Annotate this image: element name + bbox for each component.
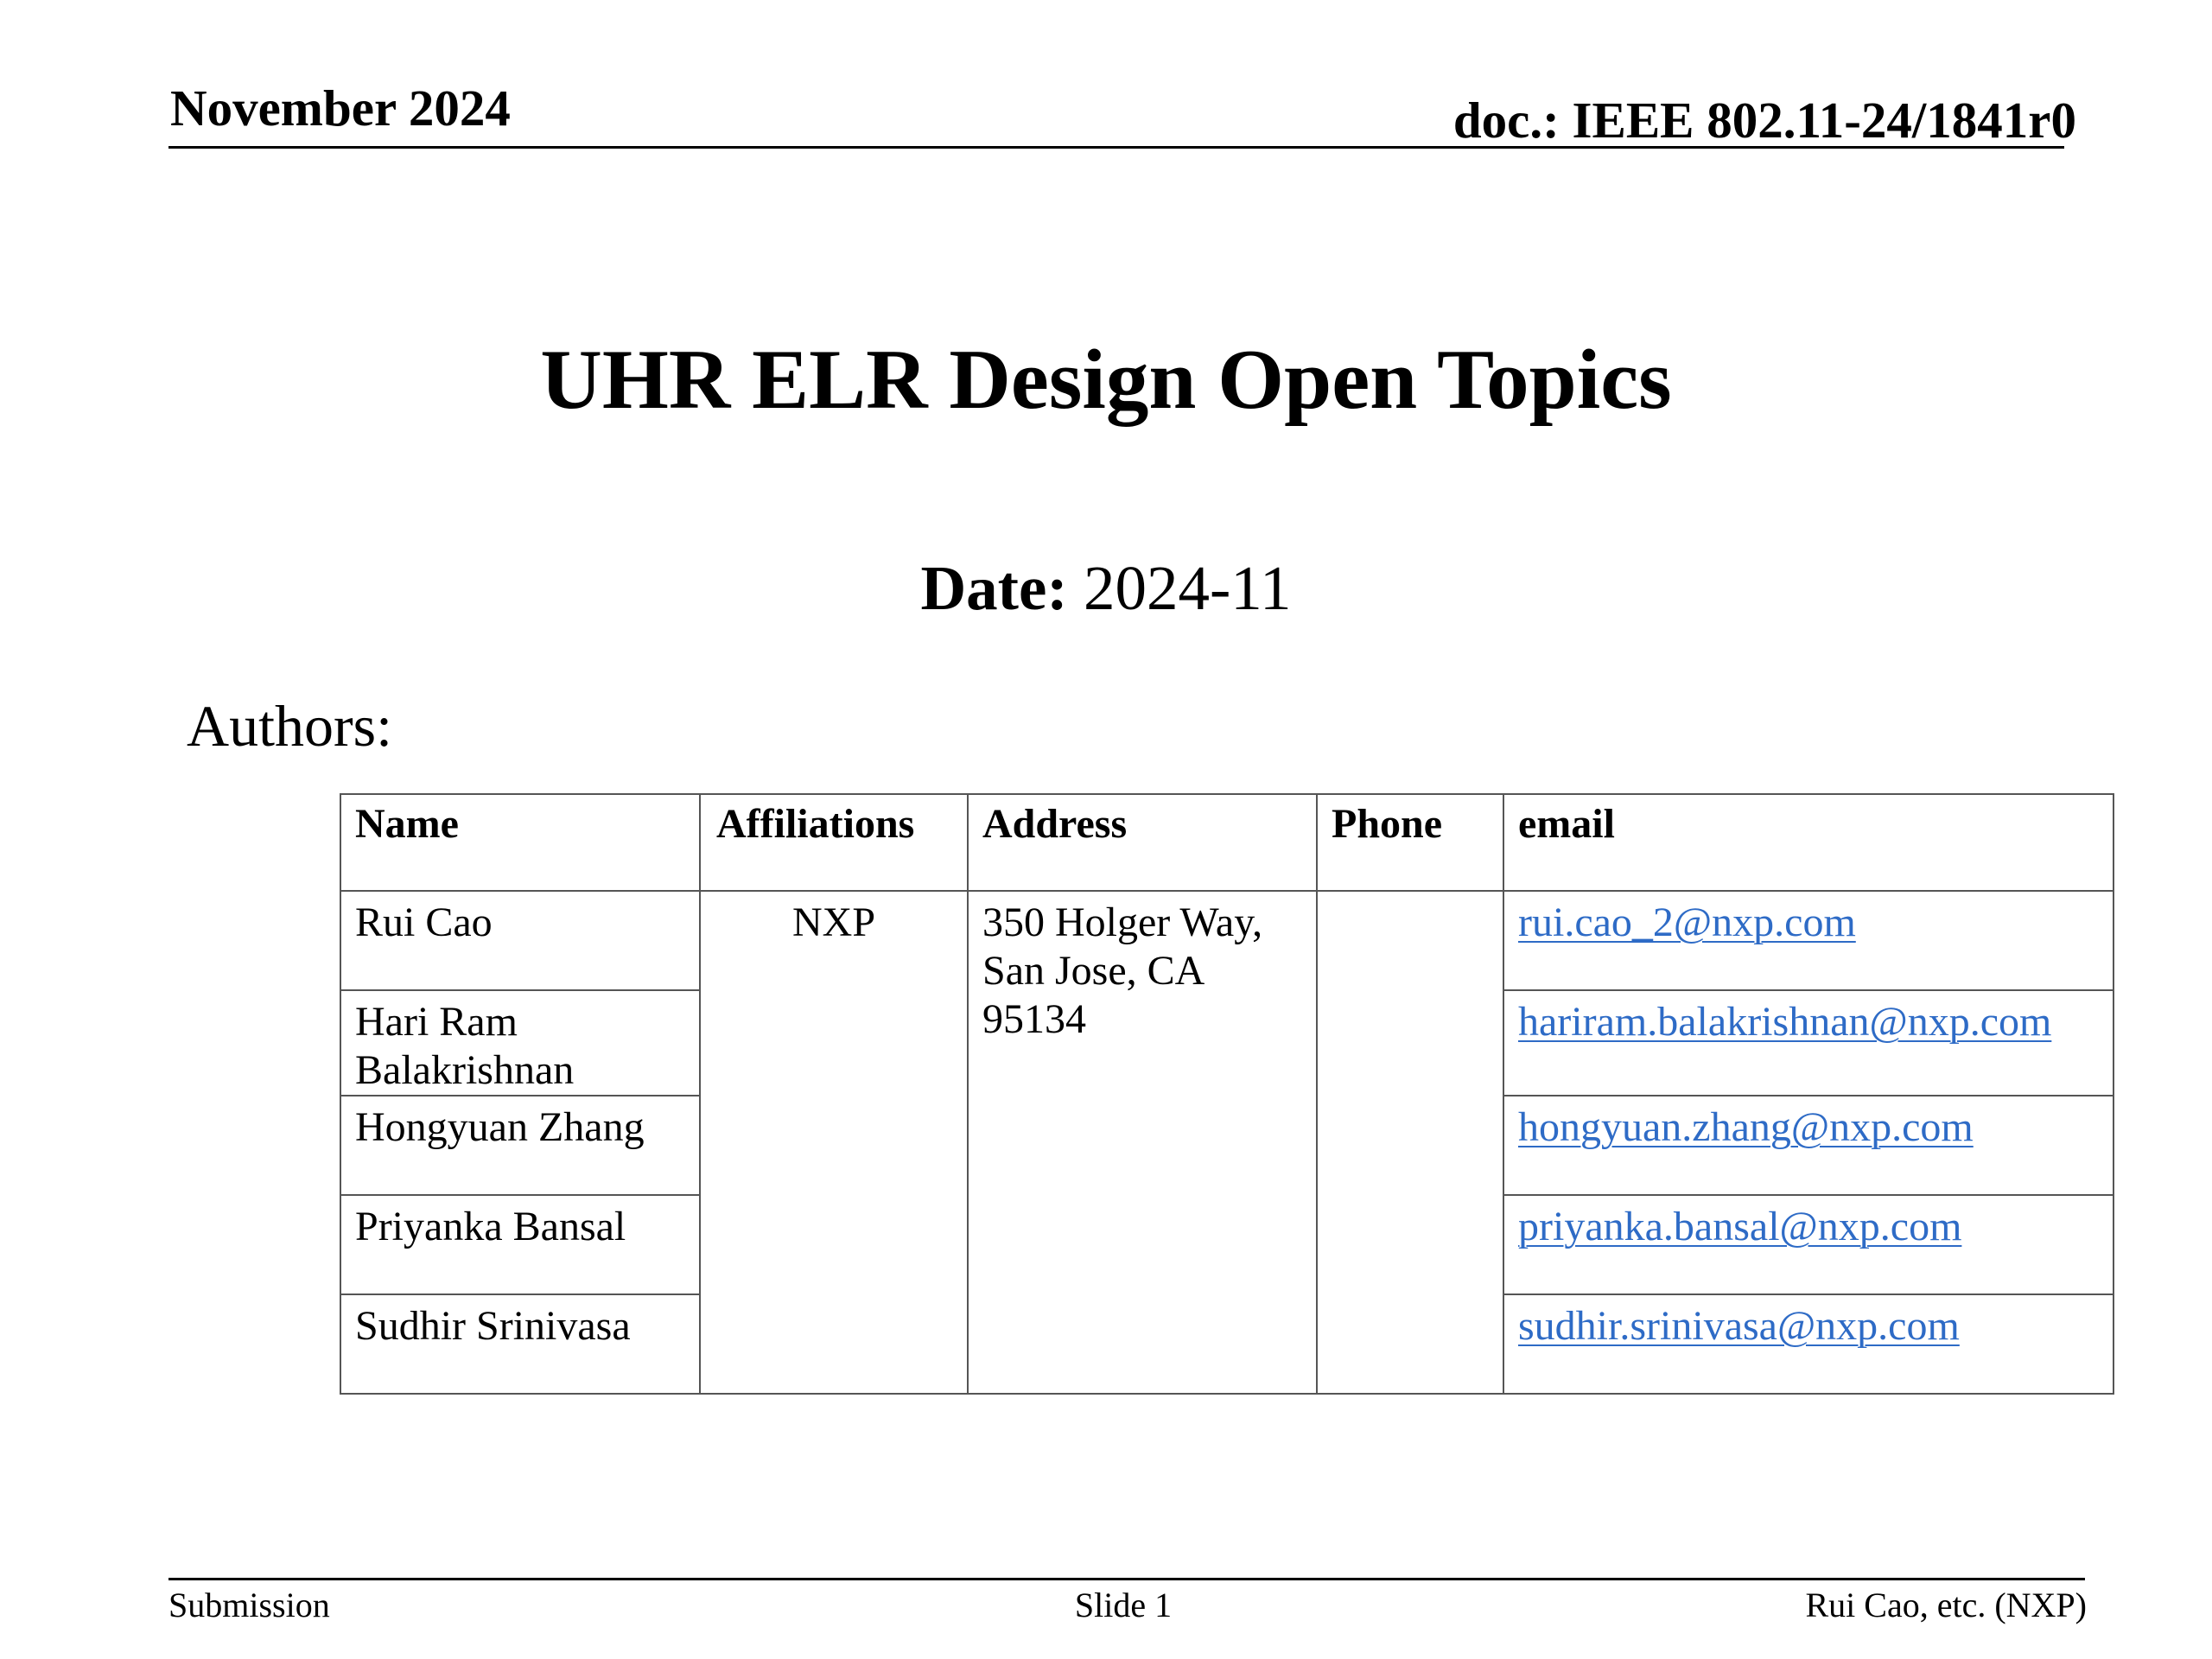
author-address: 350 Holger Way, San Jose, CA 95134 — [967, 890, 1318, 1395]
author-email-cell: sudhir.srinivasa@nxp.com — [1503, 1294, 2114, 1395]
authors-table: Name Affiliations Address Phone email Ru… — [340, 793, 2114, 1395]
author-phone — [1316, 890, 1504, 1395]
column-header-name: Name — [340, 793, 701, 892]
author-email-link[interactable]: rui.cao_2@nxp.com — [1518, 899, 1856, 945]
table-row: Rui Cao NXP 350 Holger Way, San Jose, CA… — [340, 890, 2114, 1395]
author-email-cell: hariram.balakrishnan@nxp.com — [1503, 989, 2114, 1096]
author-name: Hari Ram Balakrishnan — [340, 989, 701, 1096]
column-header-address: Address — [967, 793, 1318, 892]
date-value: 2024-11 — [1083, 553, 1292, 623]
author-email-cell: hongyuan.zhang@nxp.com — [1503, 1095, 2114, 1196]
footer-divider — [168, 1578, 2085, 1580]
author-email-cell: rui.cao_2@nxp.com — [1503, 890, 2114, 991]
header-doc-id: doc.: IEEE 802.11-24/1841r0 — [1452, 92, 2076, 149]
footer-author: Rui Cao, etc. (NXP) — [1805, 1586, 2087, 1624]
date-line: Date: 2024-11 — [0, 556, 2212, 620]
author-email-link[interactable]: hariram.balakrishnan@nxp.com — [1518, 999, 2051, 1045]
author-email-link[interactable]: sudhir.srinivasa@nxp.com — [1518, 1303, 1960, 1349]
date-label: Date: — [920, 553, 1068, 623]
slide-title: UHR ELR Design Open Topics — [540, 333, 1672, 427]
authors-label: Authors: — [187, 693, 392, 759]
column-header-email: email — [1503, 793, 2114, 892]
column-header-phone: Phone — [1316, 793, 1504, 892]
author-affiliation: NXP — [699, 890, 969, 1395]
author-email-link[interactable]: hongyuan.zhang@nxp.com — [1518, 1104, 1974, 1150]
header-date: November 2024 — [170, 79, 511, 137]
author-name: Rui Cao — [340, 890, 701, 991]
author-name: Priyanka Bansal — [340, 1194, 701, 1295]
column-header-affiliations: Affiliations — [699, 793, 969, 892]
author-email-link[interactable]: priyanka.bansal@nxp.com — [1518, 1204, 1961, 1249]
author-email-cell: priyanka.bansal@nxp.com — [1503, 1194, 2114, 1295]
author-name: Sudhir Srinivasa — [340, 1294, 701, 1395]
author-name: Hongyuan Zhang — [340, 1095, 701, 1196]
table-header-row: Name Affiliations Address Phone email — [340, 793, 2114, 892]
header-divider — [168, 146, 2064, 149]
